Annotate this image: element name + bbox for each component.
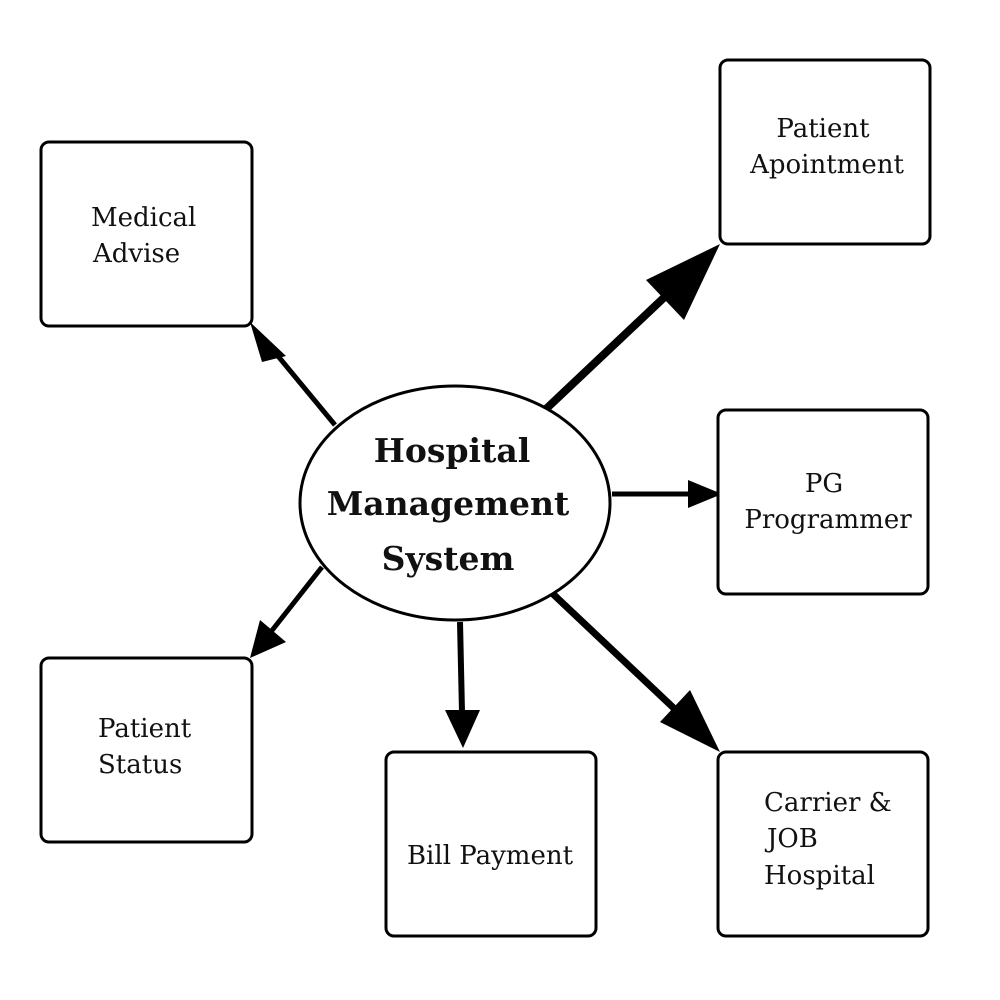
hub-label-line-1: Hospital	[374, 431, 531, 470]
hospital-management-diagram: Hospital Management System Medical Advis…	[39, 58, 932, 938]
edge-patient-status-arrow	[250, 565, 324, 658]
edge-patient-apointment-arrow	[543, 244, 720, 412]
node-pg-programmer: PG Programmer	[716, 408, 930, 596]
node-medical-advise-label-1: Medical	[91, 203, 196, 233]
node-carrier-job-hospital-label-3: Hospital	[764, 861, 875, 891]
node-patient-apointment: Patient Apointment	[718, 58, 932, 246]
node-patient-apointment-label-2: Apointment	[749, 150, 904, 180]
node-pg-programmer-label-2: Programmer	[744, 505, 912, 535]
edge-pg-programmer-arrow	[612, 480, 722, 508]
node-medical-advise-label-2: Advise	[92, 239, 180, 269]
node-patient-status-label-1: Patient	[98, 714, 192, 744]
node-bill-payment-label-1: Bill Payment	[407, 841, 574, 871]
edge-carrier-job-hospital-arrow	[550, 591, 720, 752]
edge-bill-payment-arrow	[445, 621, 480, 748]
node-bill-payment: Bill Payment	[384, 750, 598, 938]
node-patient-apointment-label-1: Patient	[776, 114, 870, 144]
hub-label-line-3: System	[382, 539, 515, 578]
node-patient-status: Patient Status	[39, 656, 254, 844]
hub-label-line-2: Management	[327, 484, 570, 523]
node-carrier-job-hospital-label-2: JOB	[764, 824, 818, 854]
node-pg-programmer-label-1: PG	[805, 469, 843, 499]
node-carrier-job-hospital: Carrier & JOB Hospital	[716, 750, 930, 938]
node-carrier-job-hospital-label-1: Carrier &	[764, 788, 892, 818]
node-medical-advise: Medical Advise	[39, 140, 254, 328]
node-patient-status-label-2: Status	[98, 750, 182, 780]
hub-hospital-management-system: Hospital Management System	[298, 384, 612, 622]
edge-medical-advise-arrow	[250, 322, 337, 427]
